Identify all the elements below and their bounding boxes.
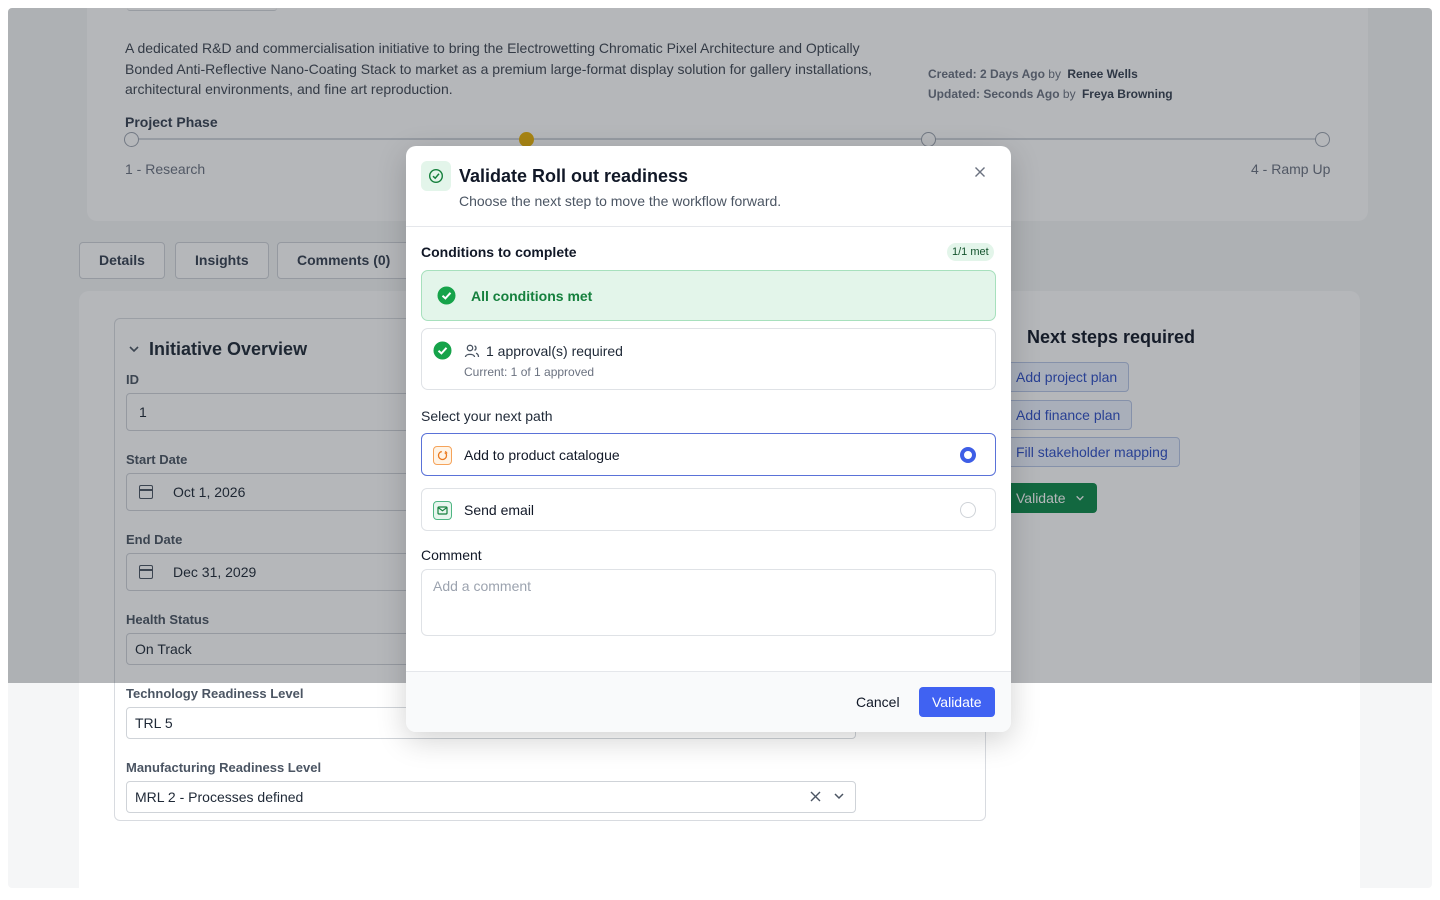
comment-label: Comment — [421, 547, 482, 563]
chevron-down-icon[interactable] — [833, 790, 845, 805]
validate-button[interactable]: Validate — [919, 687, 995, 717]
option-send-email[interactable]: Send email — [421, 488, 996, 531]
comment-textarea[interactable]: Add a comment — [421, 569, 996, 636]
next-path-label: Select your next path — [421, 408, 553, 424]
trl-label: Technology Readiness Level — [126, 686, 304, 701]
mail-icon — [433, 501, 452, 520]
conditions-label: Conditions to complete — [421, 244, 577, 260]
radio-selected[interactable] — [960, 447, 976, 463]
refresh-icon — [433, 446, 452, 465]
check-circle-filled-icon — [437, 286, 456, 310]
mrl-value: MRL 2 - Processes defined — [135, 789, 304, 805]
clear-icon[interactable] — [810, 790, 821, 805]
modal-footer: Cancel Validate — [406, 671, 1011, 732]
users-icon — [464, 343, 480, 364]
mrl-select[interactable]: MRL 2 - Processes defined — [126, 781, 856, 813]
modal-header: Validate Roll out readiness Choose the n… — [406, 146, 1011, 227]
close-icon[interactable] — [972, 166, 988, 182]
modal-subtitle: Choose the next step to move the workflo… — [459, 193, 782, 209]
radio-unselected[interactable] — [960, 502, 976, 518]
check-circle-icon — [421, 161, 451, 191]
trl-value: TRL 5 — [135, 715, 173, 731]
approval-sub: Current: 1 of 1 approved — [464, 365, 595, 379]
cancel-button[interactable]: Cancel — [847, 687, 909, 717]
approval-text: 1 approval(s) required — [486, 343, 623, 359]
mrl-label: Manufacturing Readiness Level — [126, 760, 322, 775]
all-conditions-met-text: All conditions met — [471, 288, 593, 304]
option-add-to-product-catalogue[interactable]: Add to product catalogue — [421, 433, 996, 476]
approval-condition: 1 approval(s) required Current: 1 of 1 a… — [421, 328, 996, 390]
validate-modal: Validate Roll out readiness Choose the n… — [406, 146, 1011, 732]
all-conditions-met-banner: All conditions met — [421, 270, 996, 321]
option-label: Add to product catalogue — [464, 447, 620, 463]
option-label: Send email — [464, 502, 535, 518]
check-circle-filled-icon — [433, 341, 452, 365]
conditions-met-badge: 1/1 met — [947, 243, 994, 261]
modal-title: Validate Roll out readiness — [459, 166, 689, 186]
